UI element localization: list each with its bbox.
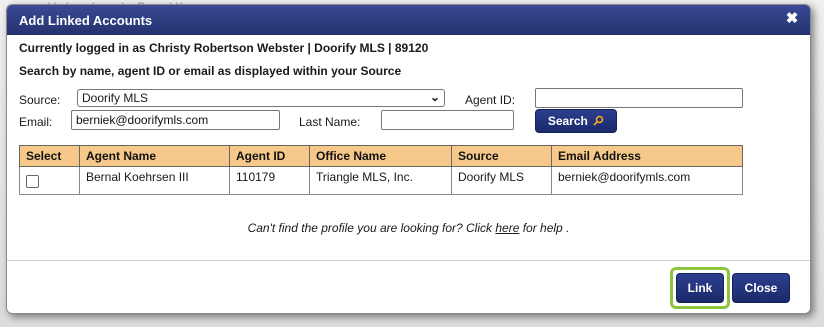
email-label: Email: bbox=[19, 115, 53, 129]
table-header-row: Select Agent Name Agent ID Office Name S… bbox=[19, 145, 743, 167]
help-text: Can't find the profile you are looking f… bbox=[7, 221, 810, 235]
agent-id-input[interactable] bbox=[535, 88, 743, 108]
search-button[interactable]: Search bbox=[535, 109, 617, 133]
chevron-down-icon: ⌄ bbox=[429, 90, 440, 104]
header-select: Select bbox=[19, 145, 80, 167]
magnifier-icon bbox=[593, 115, 604, 126]
results-table: Select Agent Name Agent ID Office Name S… bbox=[19, 145, 743, 195]
email-input[interactable] bbox=[71, 110, 280, 130]
source-cell: Doorify MLS bbox=[451, 166, 552, 195]
select-cell bbox=[19, 166, 80, 195]
header-agent-name: Agent Name bbox=[79, 145, 230, 167]
header-source: Source bbox=[451, 145, 552, 167]
close-button[interactable]: Close bbox=[732, 273, 790, 303]
agent-id-cell: 110179 bbox=[229, 166, 310, 195]
table-row: Bernal Koehrsen III 110179 Triangle MLS,… bbox=[19, 166, 743, 195]
header-agent-id: Agent ID bbox=[229, 145, 310, 167]
select-checkbox[interactable] bbox=[26, 175, 39, 188]
close-button-label: Close bbox=[744, 281, 778, 295]
source-label: Source: bbox=[19, 93, 61, 107]
close-icon[interactable]: ✖ bbox=[784, 11, 800, 27]
link-button-label: Link bbox=[687, 281, 713, 295]
help-suffix: for help . bbox=[519, 221, 570, 235]
source-select[interactable]: Doorify MLS ⌄ bbox=[77, 89, 445, 107]
help-link[interactable]: here bbox=[495, 221, 519, 235]
agent-name-cell: Bernal Koehrsen III bbox=[79, 166, 230, 195]
search-button-label: Search bbox=[547, 114, 588, 128]
link-button[interactable]: Link bbox=[676, 273, 724, 303]
search-instructions: Search by name, agent ID or email as dis… bbox=[19, 64, 402, 78]
logged-in-text: Currently logged in as Christy Robertson… bbox=[19, 41, 429, 55]
last-name-input[interactable] bbox=[381, 110, 514, 130]
footer-divider bbox=[7, 260, 810, 261]
help-prefix: Can't find the profile you are looking f… bbox=[247, 221, 496, 235]
dialog-title: Add Linked Accounts bbox=[19, 13, 153, 28]
office-name-cell: Triangle MLS, Inc. bbox=[309, 166, 452, 195]
add-linked-accounts-dialog: Add Linked Accounts ✖ Currently logged i… bbox=[6, 4, 811, 314]
header-office-name: Office Name bbox=[309, 145, 452, 167]
source-select-value: Doorify MLS bbox=[82, 91, 149, 105]
link-button-highlight: Link bbox=[670, 267, 730, 309]
email-cell: berniek@doorifymls.com bbox=[551, 166, 743, 195]
last-name-label: Last Name: bbox=[299, 115, 361, 129]
dialog-title-bar: Add Linked Accounts ✖ bbox=[7, 5, 810, 35]
agent-id-label: Agent ID: bbox=[465, 93, 516, 107]
header-email-address: Email Address bbox=[551, 145, 743, 167]
